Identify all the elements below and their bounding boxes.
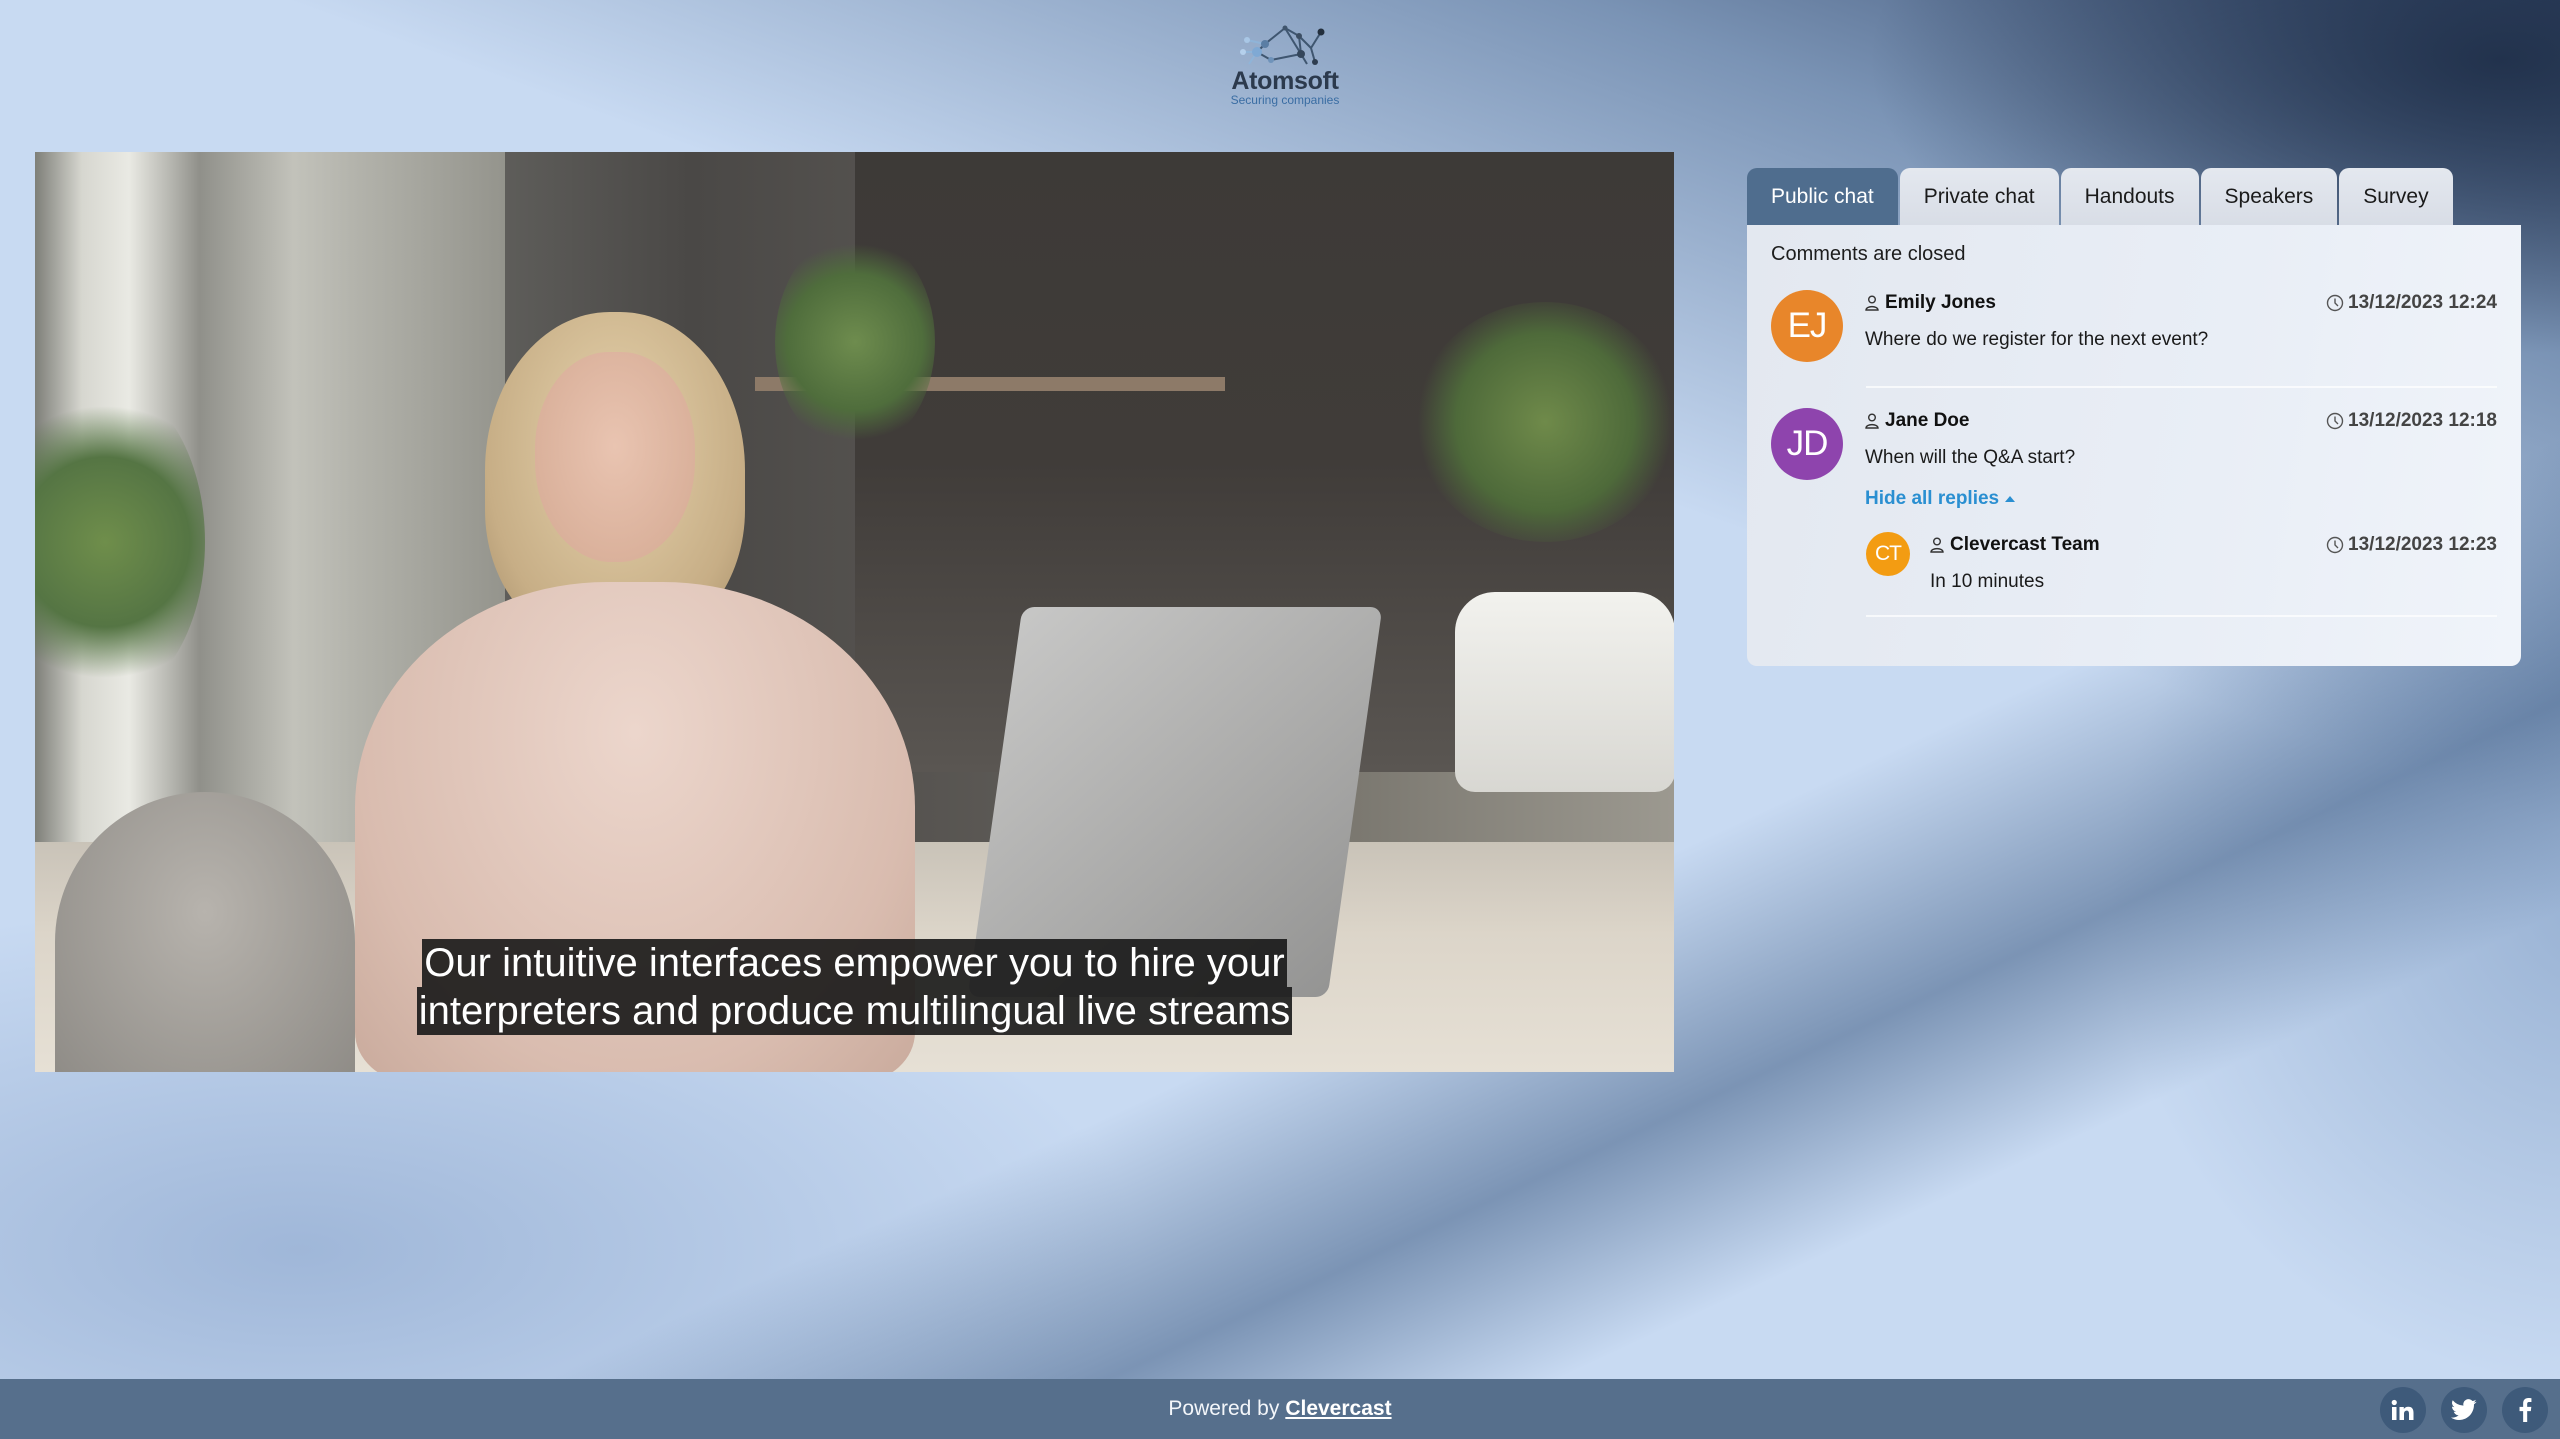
twitter-button[interactable] — [2441, 1387, 2487, 1433]
message-timestamp: 13/12/2023 12:24 — [2326, 292, 2497, 314]
tab-public-chat[interactable]: Public chat — [1747, 168, 1898, 225]
subtitle-line: interpreters and produce multilingual li… — [416, 987, 1293, 1035]
message-divider — [1866, 386, 2497, 388]
chat-message: EJ Emily Jones 13/12/2023 12:24 Where do… — [1771, 290, 2497, 362]
author-name: Jane Doe — [1885, 410, 1970, 431]
brand-logo: Atomsoft Securing companies — [1210, 22, 1360, 112]
message-text: Where do we register for the next event? — [1865, 329, 2209, 350]
message-timestamp: 13/12/2023 12:18 — [2326, 410, 2497, 432]
tab-handouts[interactable]: Handouts — [2060, 168, 2199, 225]
linkedin-button[interactable] — [2380, 1387, 2426, 1433]
hide-replies-link[interactable]: Hide all replies — [1865, 488, 2016, 510]
chat-tabs: Public chat Private chat Handouts Speake… — [1747, 168, 2521, 225]
reply-message: CT Clevercast Team 13/12/2023 12:23 In 1… — [1866, 532, 2497, 593]
facebook-icon — [2519, 1398, 2532, 1422]
tab-speakers[interactable]: Speakers — [2200, 168, 2338, 225]
clevercast-link[interactable]: Clevercast — [1285, 1397, 1391, 1420]
chat-message: JD Jane Doe 13/12/2023 12:18 When will t… — [1771, 408, 2497, 510]
timestamp-text: 13/12/2023 12:23 — [2348, 534, 2497, 555]
user-icon — [1930, 537, 1944, 553]
speaker-face — [535, 352, 695, 562]
hide-replies-label: Hide all replies — [1865, 488, 2000, 509]
social-links — [2365, 1387, 2548, 1433]
clock-icon — [2326, 412, 2344, 430]
chat-panel: Public chat Private chat Handouts Speake… — [1747, 168, 2521, 666]
avatar: EJ — [1771, 290, 1843, 362]
tab-private-chat[interactable]: Private chat — [1899, 168, 2059, 225]
subtitle-line: Our intuitive interfaces empower you to … — [422, 939, 1287, 987]
user-icon — [1865, 413, 1879, 429]
message-author: Emily Jones — [1865, 292, 1996, 314]
replies-list: CT Clevercast Team 13/12/2023 12:23 In 1… — [1866, 532, 2497, 617]
video-player[interactable]: Our intuitive interfaces empower you to … — [35, 152, 1674, 1072]
author-name: Clevercast Team — [1950, 534, 2100, 555]
author-name: Emily Jones — [1885, 292, 1996, 313]
linkedin-icon — [2391, 1399, 2414, 1420]
clock-icon — [2326, 294, 2344, 312]
message-timestamp: 13/12/2023 12:23 — [2326, 534, 2497, 556]
twitter-icon — [2451, 1399, 2477, 1420]
avatar: CT — [1866, 532, 1910, 576]
user-icon — [1865, 295, 1879, 311]
molecule-network-icon — [1240, 25, 1325, 65]
logo-tagline: Securing companies — [1230, 93, 1340, 107]
timestamp-text: 13/12/2023 12:24 — [2348, 292, 2497, 313]
powered-by: Powered by Clevercast — [1168, 1397, 1391, 1421]
message-author: Clevercast Team — [1930, 534, 2100, 556]
message-author: Jane Doe — [1865, 410, 1969, 432]
caret-up-icon — [2005, 496, 2016, 502]
message-text: In 10 minutes — [1930, 571, 2045, 592]
message-text: When will the Q&A start? — [1865, 447, 2076, 468]
footer: Powered by Clevercast — [0, 1379, 2560, 1439]
comments-status: Comments are closed — [1771, 243, 1966, 265]
clock-icon — [2326, 536, 2344, 554]
tab-survey[interactable]: Survey — [2339, 168, 2453, 225]
logo-name: Atomsoft — [1231, 67, 1339, 95]
powered-by-text: Powered by — [1168, 1397, 1280, 1420]
timestamp-text: 13/12/2023 12:18 — [2348, 410, 2497, 431]
video-frame-chair — [1455, 592, 1674, 792]
avatar: JD — [1771, 408, 1843, 480]
public-chat-content: Comments are closed EJ Emily Jones 13/12… — [1747, 225, 2521, 666]
video-frame-plant — [1415, 302, 1674, 542]
video-subtitles: Our intuitive interfaces empower you to … — [35, 939, 1674, 1035]
message-divider — [1866, 615, 2497, 617]
facebook-button[interactable] — [2502, 1387, 2548, 1433]
